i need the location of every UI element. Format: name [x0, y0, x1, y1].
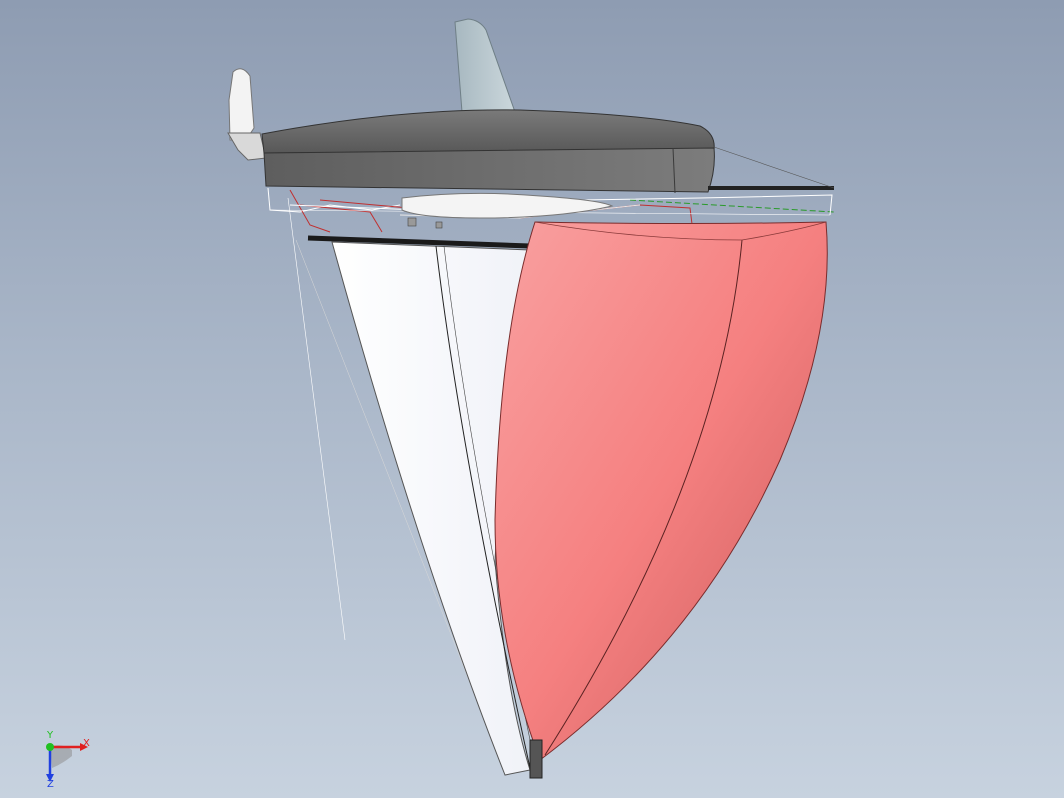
- y-axis-label: Y: [46, 730, 54, 741]
- rudder-stock: [227, 132, 267, 161]
- y-axis-dot: [46, 743, 54, 751]
- z-axis-label: Z: [47, 779, 54, 788]
- cockpit: [401, 192, 614, 219]
- x-axis-label: X: [83, 738, 90, 749]
- rudder: [228, 68, 255, 141]
- 3d-viewport[interactable]: X Y Z: [0, 0, 1064, 798]
- hull: [261, 109, 715, 154]
- sailboat-model[interactable]: [0, 0, 1064, 798]
- spinnaker-sail: [494, 221, 828, 761]
- hull-deck: [263, 147, 715, 193]
- keel-fin: [454, 18, 516, 113]
- mast-base: [529, 739, 543, 779]
- axis-triad: X Y Z: [36, 728, 106, 790]
